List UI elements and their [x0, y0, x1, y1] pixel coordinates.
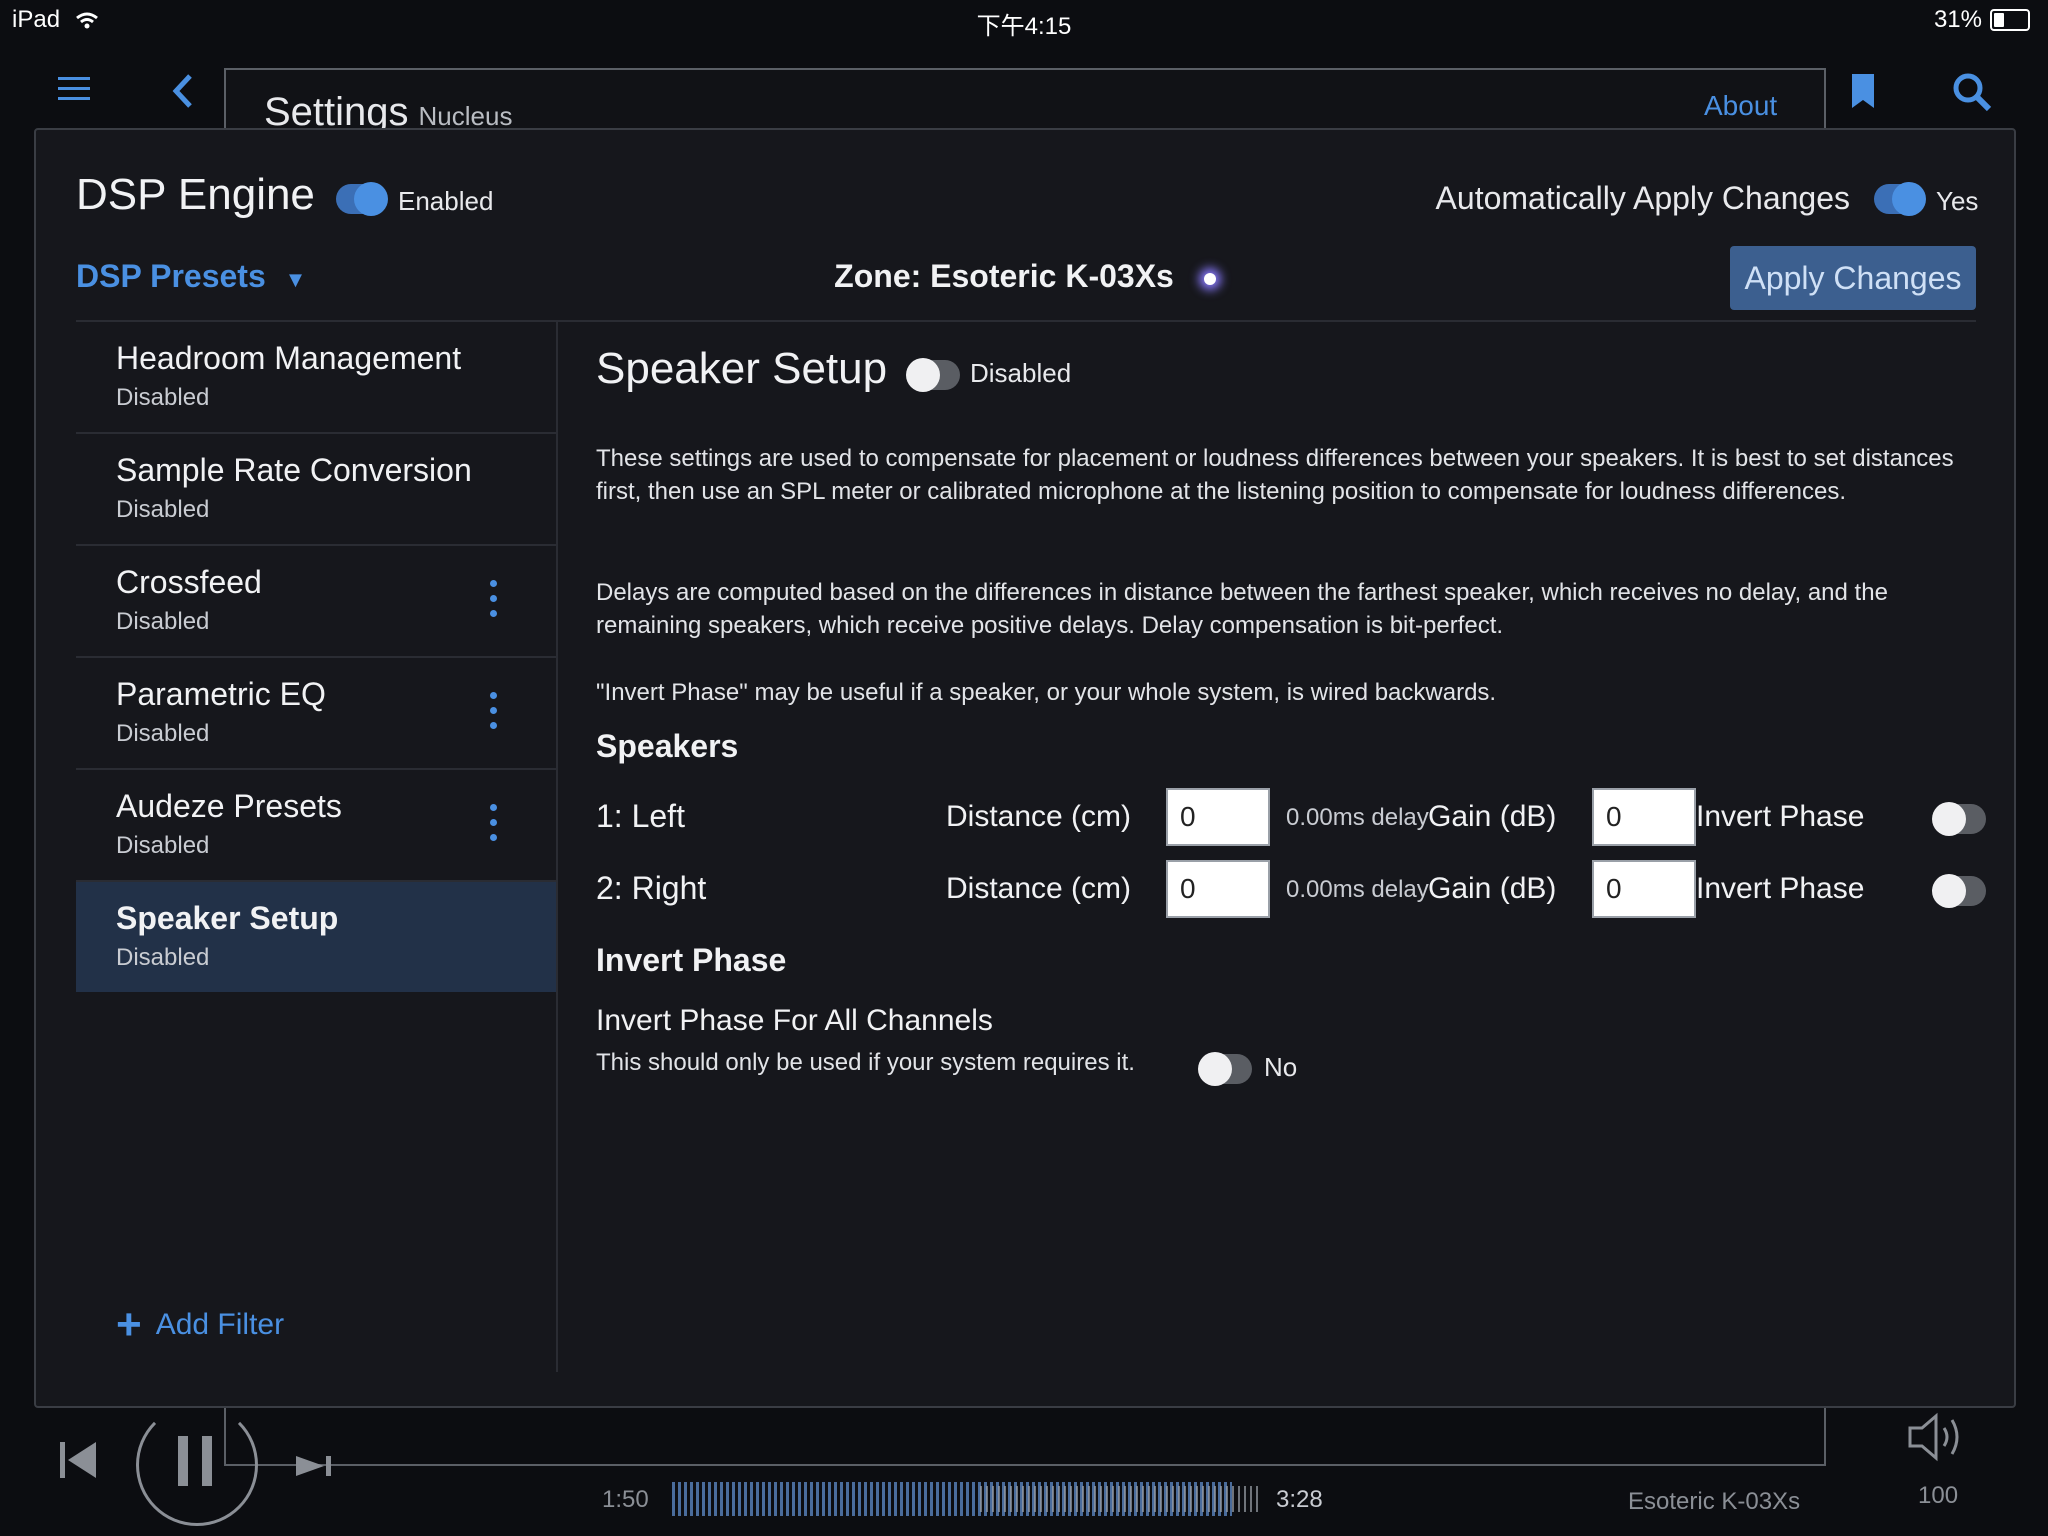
bookmark-icon[interactable]	[1850, 72, 1876, 110]
filter-name: Crossfeed	[116, 564, 262, 600]
invert-all-title: Invert Phase For All Channels	[596, 1004, 993, 1037]
delay-value: 0.00ms delay	[1286, 876, 1429, 903]
filter-item-crossfeed[interactable]: Crossfeed Disabled	[76, 546, 556, 658]
filter-status: Disabled	[116, 384, 210, 411]
speaker-name: 1: Left	[596, 798, 685, 834]
speaker-row-left: 1: Left Distance (cm) 0.00ms delay Gain …	[596, 788, 1996, 850]
toggle-knob	[1198, 1052, 1232, 1086]
invert-phase-toggle[interactable]	[1932, 802, 1986, 836]
toggle-knob	[1892, 182, 1926, 216]
divider	[556, 322, 558, 1372]
kebab-icon[interactable]	[490, 580, 498, 617]
auto-apply-value: Yes	[1936, 186, 1979, 216]
battery-percent: 31%	[1933, 6, 1982, 33]
filter-item-headroom[interactable]: Headroom Management Disabled	[76, 322, 556, 434]
volume-level: 100	[1918, 1482, 1959, 1509]
gain-label: Gain (dB)	[1428, 872, 1557, 905]
filter-name: Audeze Presets	[116, 788, 342, 824]
filter-name: Speaker Setup	[116, 900, 339, 936]
filter-item-sample-rate[interactable]: Sample Rate Conversion Disabled	[76, 434, 556, 546]
speaker-setup-status: Disabled	[970, 358, 1072, 388]
zone-status-icon	[1203, 272, 1216, 285]
filter-status: Disabled	[116, 496, 210, 523]
toggle-knob	[1932, 874, 1966, 908]
apply-changes-button[interactable]: Apply Changes	[1730, 246, 1976, 310]
invert-phase-label: Invert Phase	[1696, 872, 1865, 905]
battery-icon	[1990, 9, 2030, 31]
filter-name: Sample Rate Conversion	[116, 452, 472, 488]
volume-icon[interactable]	[1906, 1410, 1966, 1464]
battery-status: 31%	[1934, 6, 2030, 34]
filter-item-audeze-presets[interactable]: Audeze Presets Disabled	[76, 770, 556, 882]
invert-phase-label: Invert Phase	[1696, 800, 1865, 833]
filter-status: Disabled	[116, 832, 210, 859]
distance-input[interactable]	[1166, 860, 1270, 918]
dsp-enabled-toggle[interactable]	[336, 182, 388, 216]
player-box	[224, 1404, 1826, 1466]
filter-status: Disabled	[116, 720, 210, 747]
player-zone[interactable]: Esoteric K-03Xs	[1628, 1488, 1800, 1516]
gain-input[interactable]	[1592, 788, 1696, 846]
gain-label: Gain (dB)	[1428, 800, 1557, 833]
pause-icon[interactable]	[176, 1436, 216, 1486]
invert-all-value: No	[1264, 1052, 1298, 1082]
filter-status: Disabled	[116, 608, 210, 635]
plus-icon: +	[116, 1300, 142, 1349]
delay-value: 0.00ms delay	[1286, 804, 1429, 831]
kebab-icon[interactable]	[490, 692, 498, 729]
kebab-icon[interactable]	[490, 804, 498, 841]
description-paragraph: These settings are used to compensate fo…	[596, 445, 1954, 505]
toggle-knob	[906, 358, 940, 392]
dsp-engine-title: DSP Engine	[76, 170, 315, 219]
player-bar: 1:50 3:28 Esoteric K-03Xs 100	[0, 1404, 2048, 1536]
filter-status: Disabled	[116, 944, 210, 971]
previous-icon[interactable]	[58, 1440, 98, 1480]
clock: 下午4:15	[976, 13, 1072, 40]
distance-label: Distance (cm)	[946, 800, 1132, 833]
speakers-heading: Speakers	[596, 728, 739, 764]
invert-all-description: This should only be used if your system …	[596, 1049, 1135, 1076]
dsp-enabled-label: Enabled	[398, 186, 494, 216]
description-paragraph: Delays are computed based on the differe…	[596, 579, 1888, 639]
invert-phase-heading: Invert Phase	[596, 942, 787, 978]
menu-icon[interactable]	[58, 76, 90, 102]
auto-apply-label: Automatically Apply Changes	[1435, 180, 1850, 216]
auto-apply-toggle[interactable]	[1874, 182, 1926, 216]
page-subtitle: Nucleus	[418, 101, 513, 131]
zone-display: Zone: Esoteric K-03Xs	[36, 258, 2014, 295]
total-time: 3:28	[1276, 1486, 1323, 1513]
zone-label: Zone: Esoteric K-03Xs	[834, 258, 1174, 294]
back-icon[interactable]	[170, 72, 196, 110]
toggle-knob	[354, 182, 388, 216]
distance-label: Distance (cm)	[946, 872, 1132, 905]
about-link[interactable]: About	[1704, 90, 1777, 122]
invert-all-toggle[interactable]	[1198, 1052, 1252, 1086]
filter-name: Parametric EQ	[116, 676, 326, 712]
next-icon[interactable]	[294, 1456, 334, 1476]
toggle-knob	[1932, 802, 1966, 836]
filter-name: Headroom Management	[116, 340, 462, 376]
search-icon[interactable]	[1952, 72, 1992, 112]
filter-item-parametric-eq[interactable]: Parametric EQ Disabled	[76, 658, 556, 770]
add-filter-label: Add Filter	[155, 1308, 285, 1341]
speaker-row-right: 2: Right Distance (cm) 0.00ms delay Gain…	[596, 860, 1996, 922]
dsp-modal: DSP Engine Enabled Automatically Apply C…	[34, 128, 2016, 1408]
filter-item-speaker-setup[interactable]: Speaker Setup Disabled	[76, 882, 556, 992]
elapsed-time: 1:50	[602, 1486, 649, 1513]
distance-input[interactable]	[1166, 788, 1270, 846]
speaker-name: 2: Right	[596, 870, 707, 906]
waveform-remaining[interactable]	[980, 1486, 1260, 1512]
description-paragraph: "Invert Phase" may be useful if a speake…	[596, 679, 1497, 706]
invert-phase-toggle[interactable]	[1932, 874, 1986, 908]
add-filter-button[interactable]: + Add Filter	[116, 1300, 285, 1349]
speaker-setup-toggle[interactable]	[906, 358, 960, 392]
status-bar: iPad 下午4:15 31%	[0, 0, 2048, 42]
gain-input[interactable]	[1592, 860, 1696, 918]
panel-title: Speaker Setup	[596, 344, 888, 393]
